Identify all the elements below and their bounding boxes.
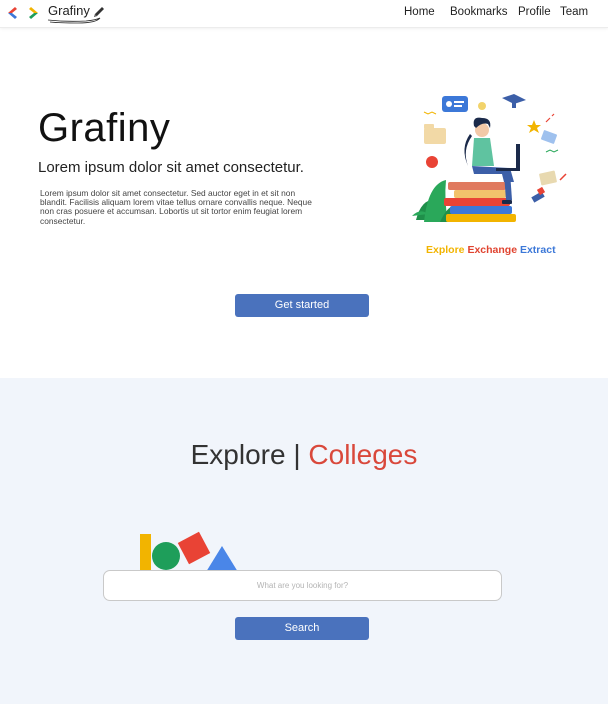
hero-paragraph: Lorem ipsum dolor sit amet consectetur. … <box>40 188 312 226</box>
hero-tagline: Explore Exchange Extract <box>426 244 556 256</box>
top-nav: Grafiny Home Bookmarks Profile Team <box>0 0 608 28</box>
nav-link-home[interactable]: Home <box>404 6 435 18</box>
student-reading-illustration <box>412 94 567 222</box>
get-started-button[interactable]: Get started <box>235 294 369 317</box>
explore-heading-separator: | <box>293 439 301 470</box>
explore-section <box>0 378 608 704</box>
explore-heading-right: Colleges <box>308 439 418 470</box>
tagline-exchange: Exchange <box>467 244 518 256</box>
hero-title: Grafiny <box>38 106 171 150</box>
nav-link-bookmarks[interactable]: Bookmarks <box>450 6 508 18</box>
search-button[interactable]: Search <box>235 617 369 640</box>
explore-heading-left: Explore <box>190 439 286 470</box>
pencil-icon <box>94 7 104 17</box>
nav-link-team[interactable]: Team <box>560 6 588 18</box>
nav-link-profile[interactable]: Profile <box>518 6 551 18</box>
tagline-extract: Extract <box>519 244 556 256</box>
grafiny-logo-icon[interactable] <box>6 4 40 22</box>
geometric-shapes-decoration <box>140 531 238 572</box>
tagline-explore: Explore <box>426 244 465 256</box>
explore-heading: Explore | Colleges <box>0 439 608 471</box>
hero-subtitle: Lorem ipsum dolor sit amet consectetur. <box>38 159 304 176</box>
search-input[interactable] <box>103 570 502 601</box>
